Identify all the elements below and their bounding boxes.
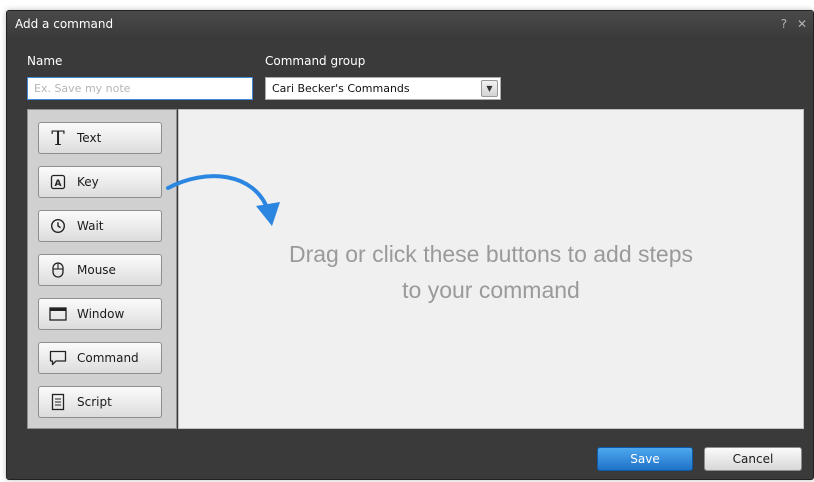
curved-arrow-icon [166, 174, 280, 226]
cancel-button[interactable]: Cancel [704, 447, 802, 471]
title-controls: ? ✕ [775, 11, 807, 37]
step-button-label: Key [77, 175, 99, 189]
command-group-label: Command group [265, 54, 366, 68]
step-button-mouse[interactable]: Mouse [38, 254, 162, 286]
chevron-down-icon[interactable]: ▼ [481, 80, 498, 97]
window-icon [39, 307, 77, 321]
title-bar: Add a command ? ✕ [7, 11, 813, 37]
text-icon: T [51, 126, 65, 150]
name-label: Name [27, 54, 63, 68]
key-icon: A [39, 174, 77, 190]
command-steps-canvas[interactable]: Drag or click these buttons to add steps… [166, 109, 804, 429]
command-group-value: Cari Becker's Commands [272, 82, 410, 95]
clock-icon [39, 218, 77, 234]
step-button-script[interactable]: Script [38, 386, 162, 418]
close-button[interactable]: ✕ [797, 17, 807, 31]
add-command-dialog: Add a command ? ✕ Name Command group Car… [6, 10, 814, 480]
step-button-command[interactable]: Command [38, 342, 162, 374]
mouse-icon [39, 261, 77, 279]
step-button-label: Text [77, 131, 102, 145]
command-group-select[interactable]: Cari Becker's Commands ▼ [265, 77, 501, 100]
canvas-hint-line2: to your command [402, 277, 580, 303]
script-icon [39, 393, 77, 411]
step-button-label: Window [77, 307, 125, 321]
step-toolbox: T Text A Key Wait Mouse Window Command S… [27, 109, 177, 429]
step-button-label: Script [77, 395, 112, 409]
canvas-hint: Drag or click these buttons to add steps… [179, 236, 803, 308]
step-button-label: Command [77, 351, 139, 365]
step-button-text[interactable]: T Text [38, 122, 162, 154]
step-button-key[interactable]: A Key [38, 166, 162, 198]
step-button-wait[interactable]: Wait [38, 210, 162, 242]
help-button[interactable]: ? [781, 17, 787, 31]
name-input[interactable] [27, 77, 253, 100]
speech-bubble-icon [39, 350, 77, 366]
step-button-label: Mouse [77, 263, 116, 277]
svg-text:A: A [55, 179, 62, 189]
step-button-label: Wait [77, 219, 104, 233]
save-button[interactable]: Save [597, 447, 693, 471]
canvas-hint-line1: Drag or click these buttons to add steps [289, 241, 693, 267]
step-button-window[interactable]: Window [38, 298, 162, 330]
dialog-title: Add a command [15, 17, 114, 31]
